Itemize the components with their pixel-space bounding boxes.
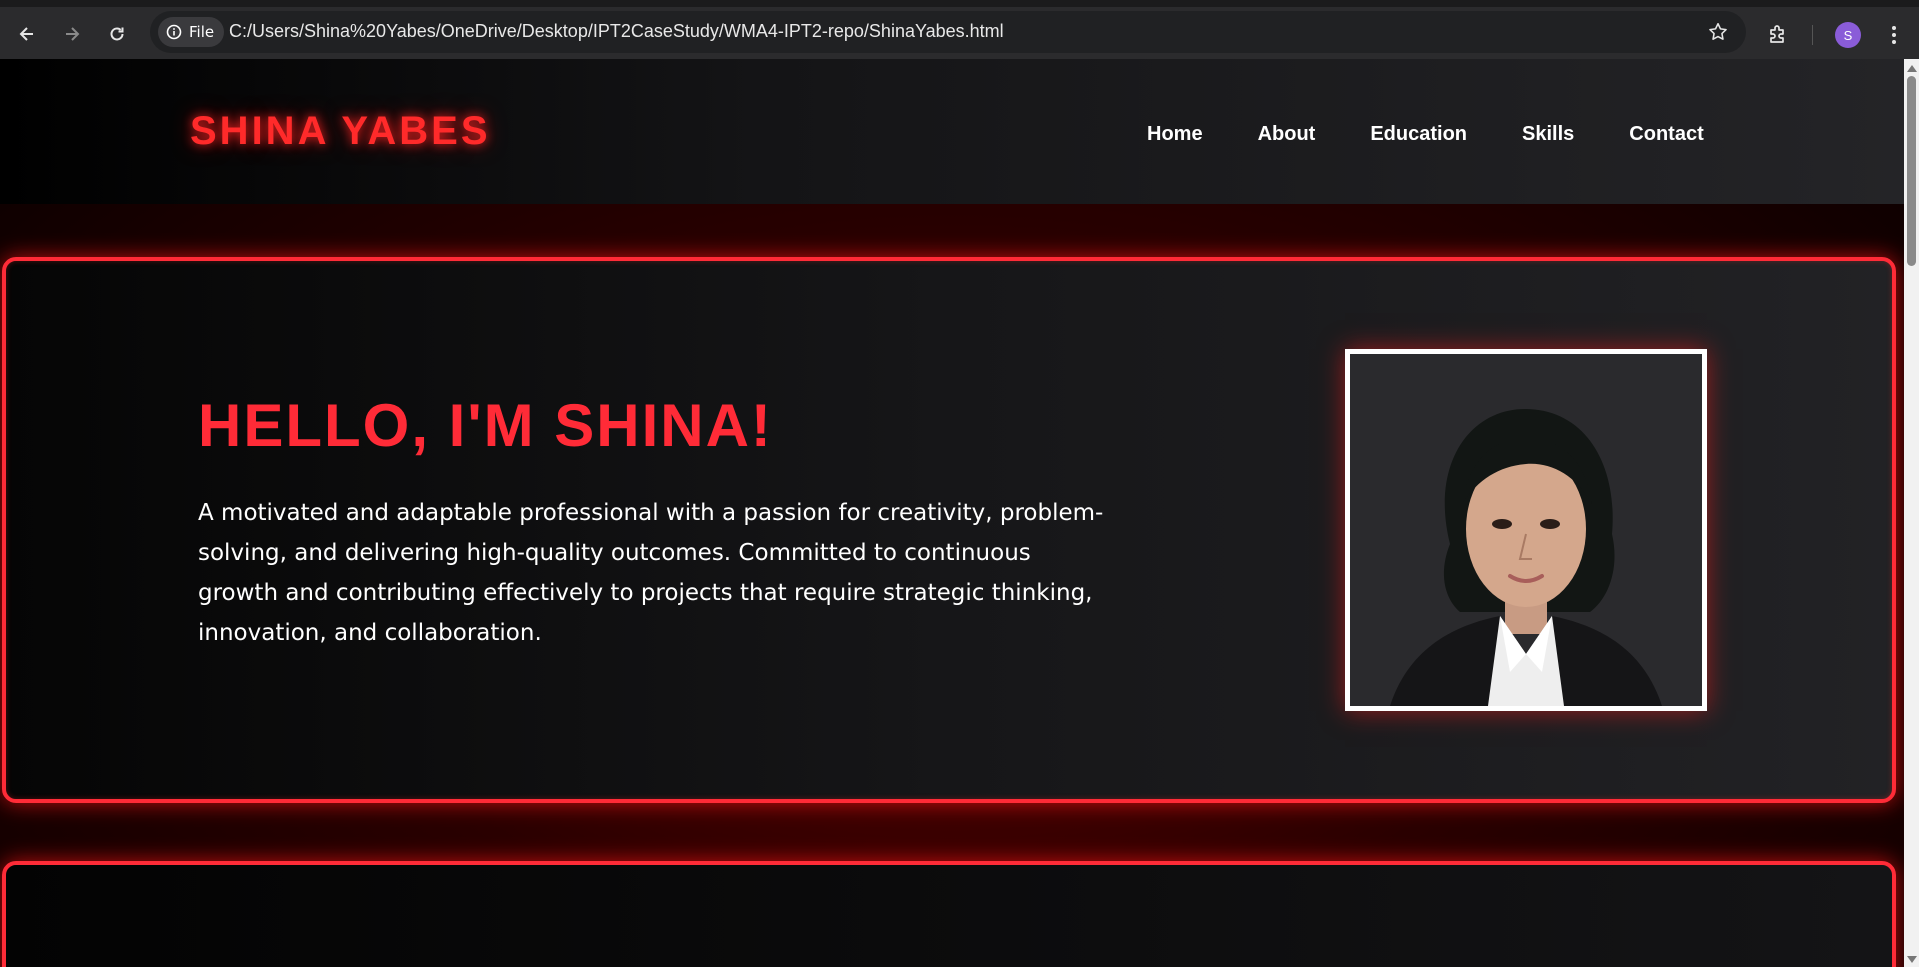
bookmark-star-icon[interactable] xyxy=(1707,21,1729,43)
scrollbar-thumb[interactable] xyxy=(1907,76,1916,266)
info-icon xyxy=(166,24,182,40)
nav-link-about[interactable]: About xyxy=(1258,123,1316,146)
nav-link-contact[interactable]: Contact xyxy=(1629,123,1703,146)
profile-avatar[interactable]: S xyxy=(1835,22,1861,48)
url-text[interactable]: C:/Users/Shina%20Yabes/OneDrive/Desktop/… xyxy=(229,21,1004,42)
reload-button[interactable] xyxy=(101,18,133,50)
nav-link-home[interactable]: Home xyxy=(1147,123,1203,146)
address-bar[interactable]: File C:/Users/Shina%20Yabes/OneDrive/Des… xyxy=(150,11,1746,53)
arrow-left-icon xyxy=(19,27,33,41)
hero-description: A motivated and adaptable professional w… xyxy=(198,500,1104,646)
toolbar-divider xyxy=(1812,25,1813,45)
portrait-image xyxy=(1350,354,1702,706)
forward-button[interactable] xyxy=(56,18,88,50)
kebab-menu-icon[interactable] xyxy=(1882,21,1906,49)
file-chip-label: File xyxy=(189,23,215,41)
browser-toolbar: File C:/Users/Shina%20Yabes/OneDrive/Des… xyxy=(0,0,1919,59)
site-nav: Home About Education Skills Contact xyxy=(1147,123,1704,146)
about-section-preview xyxy=(2,861,1896,967)
nav-link-education[interactable]: Education xyxy=(1370,123,1467,146)
extensions-puzzle-icon[interactable] xyxy=(1766,22,1790,46)
hero-section: HELLO, I'M SHINA! A motivated and adapta… xyxy=(2,257,1896,803)
profile-photo xyxy=(1345,349,1707,711)
back-button[interactable] xyxy=(11,18,43,50)
site-info-chip[interactable]: File xyxy=(158,17,225,47)
arrow-right-icon xyxy=(66,27,80,41)
nav-link-skills[interactable]: Skills xyxy=(1522,123,1574,146)
scroll-down-arrow-icon[interactable] xyxy=(1907,956,1917,963)
page-scrollbar[interactable] xyxy=(1904,59,1919,967)
page-viewport: SHINA YABES Home About Education Skills … xyxy=(0,59,1904,967)
reload-icon xyxy=(110,27,124,41)
hero-heading: HELLO, I'M SHINA! xyxy=(198,392,773,459)
site-logo[interactable]: SHINA YABES xyxy=(190,109,491,154)
scroll-up-arrow-icon[interactable] xyxy=(1907,65,1917,72)
site-header: SHINA YABES Home About Education Skills … xyxy=(0,59,1904,204)
